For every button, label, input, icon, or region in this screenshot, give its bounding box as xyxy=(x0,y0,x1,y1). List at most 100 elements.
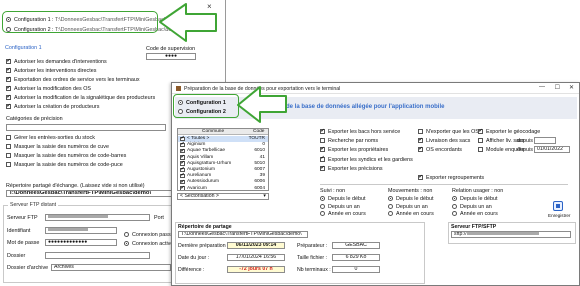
archive-input[interactable]: Archives xyxy=(51,264,171,271)
option-checkbox[interactable] xyxy=(320,146,325,153)
option-checkbox[interactable] xyxy=(320,155,325,162)
option-checkbox[interactable] xyxy=(6,162,11,168)
option-checkbox[interactable] xyxy=(320,165,325,171)
suivi-radio[interactable] xyxy=(320,203,325,209)
commune-checkbox[interactable] xyxy=(180,179,185,185)
option-checkbox[interactable] xyxy=(418,129,423,135)
option-row[interactable]: Recherche par noms xyxy=(320,138,378,144)
mouvements-option[interactable]: Année en cours xyxy=(388,211,434,217)
precision-input[interactable] xyxy=(6,124,166,131)
option-row[interactable]: Masquer la saisie des numéros de code-pu… xyxy=(6,162,123,168)
relation-radio[interactable] xyxy=(452,203,457,209)
commune-checkbox[interactable] xyxy=(180,142,185,148)
option-row[interactable]: Autoriser les demandes d'interventions xyxy=(6,58,107,65)
option-row[interactable]: N'exporter que les OS xyxy=(418,129,479,135)
masked-value xyxy=(48,215,108,219)
option-row[interactable]: Exporter les syndics et les gardiens xyxy=(320,155,413,163)
passive-option[interactable]: Connexion passive xyxy=(124,232,178,238)
suivi-radio[interactable] xyxy=(320,196,325,202)
suivi-option[interactable]: Depuis le début xyxy=(320,196,365,202)
folder-input[interactable] xyxy=(45,252,150,259)
ident-input[interactable] xyxy=(45,227,117,234)
table-row[interactable]: Aquae Tarbellicae 6010 xyxy=(178,148,268,154)
option-row[interactable]: Masquer la saisie des numéros de cuve xyxy=(6,144,109,150)
mouvements-radio[interactable] xyxy=(388,211,393,217)
option-row[interactable]: Autoriser la création de producteurs xyxy=(6,103,99,110)
close-icon[interactable]: ✕ xyxy=(569,84,574,91)
save-button[interactable]: Enregistrer xyxy=(548,201,572,219)
relation-radio[interactable] xyxy=(452,211,457,217)
table-row[interactable]: Avaricum 6004 xyxy=(178,185,268,190)
option-row[interactable]: OS encordants xyxy=(418,146,462,153)
table-row[interactable]: Aquis Villam 41 xyxy=(178,154,268,161)
option-checkbox[interactable] xyxy=(320,138,325,144)
option-checkbox[interactable] xyxy=(6,67,11,74)
commune-checkbox[interactable] xyxy=(180,160,185,166)
mouvements-radio[interactable] xyxy=(388,196,393,202)
relation-radio[interactable] xyxy=(452,196,457,202)
option-checkbox[interactable] xyxy=(6,85,11,92)
share-path-input[interactable]: T:\DonneesGesbac\TransfertFTP\MiniGesbac… xyxy=(178,231,308,238)
enquete-date-input[interactable]: 01/01/2022 xyxy=(534,146,570,153)
passive-radio[interactable] xyxy=(124,232,129,238)
share-path-input[interactable]: T:\DonneesGesbac\TransfertFTP\MiniGesbac… xyxy=(6,190,186,197)
option-checkbox[interactable] xyxy=(418,137,423,144)
option-row[interactable]: Exportation des ordres de service vers l… xyxy=(6,76,140,83)
commune-checkbox[interactable] xyxy=(180,148,185,154)
mouvements-radio[interactable] xyxy=(388,203,393,209)
option-checkbox[interactable] xyxy=(320,128,325,135)
regroupements-checkbox[interactable] xyxy=(418,174,423,181)
mouvements-option[interactable]: Depuis un an xyxy=(388,204,428,210)
relation-option[interactable]: Depuis un an xyxy=(452,204,492,210)
option-row[interactable]: Autoriser la modification de la signalét… xyxy=(6,94,155,101)
ftp-server-input[interactable] xyxy=(45,214,150,221)
relation-option[interactable]: Depuis le début xyxy=(452,196,497,202)
option-checkbox[interactable] xyxy=(6,153,11,159)
table-row[interactable]: Autessiodurum 6006 xyxy=(178,179,268,185)
minimize-icon[interactable]: — xyxy=(539,84,545,90)
ftp-url-input[interactable]: sftp:// xyxy=(451,231,571,238)
option-row[interactable]: Masquer la saisie des numéros de code-ba… xyxy=(6,153,126,159)
option-checkbox[interactable] xyxy=(6,76,11,83)
option-checkbox[interactable] xyxy=(6,103,11,110)
communes-grid[interactable]: Commune Code < Toutes >TOUTRAiginium0Aqu… xyxy=(177,128,269,191)
option-row[interactable]: Exporter les propriétaires xyxy=(320,146,388,153)
relation-option[interactable]: Année en cours xyxy=(452,211,498,217)
option-checkbox[interactable] xyxy=(6,144,11,150)
suivi-radio[interactable] xyxy=(320,211,325,217)
active-option[interactable]: Connexion active xyxy=(124,241,173,247)
table-row[interactable]: Aquisgrattum-Urhum 5010 xyxy=(178,160,268,167)
option-checkbox[interactable] xyxy=(6,94,11,101)
active-radio[interactable] xyxy=(124,241,129,247)
commune-checkbox[interactable] xyxy=(180,154,185,160)
regroupements-option[interactable]: Exporter regroupements xyxy=(418,174,484,181)
commune-checkbox[interactable] xyxy=(180,135,185,141)
supervision-input[interactable]: ●●●● xyxy=(146,53,196,60)
suivi-option[interactable]: Année en cours xyxy=(320,211,366,217)
maximize-icon[interactable]: ☐ xyxy=(555,84,560,91)
option-checkbox[interactable] xyxy=(478,147,483,153)
commune-code: 5010 xyxy=(254,160,265,166)
commune-checkbox[interactable] xyxy=(180,185,185,190)
sectorisation-select[interactable]: < Sectorisation > ▾ xyxy=(177,193,269,200)
option-row[interactable]: Autoriser les interventions directes xyxy=(6,67,96,74)
option-row[interactable]: Autoriser la modification des OS xyxy=(6,85,91,92)
option-checkbox[interactable] xyxy=(6,135,11,141)
mouvements-option[interactable]: Depuis le début xyxy=(388,196,433,202)
commune-checkbox[interactable] xyxy=(180,166,185,172)
liv-sacs-date-input[interactable] xyxy=(534,137,556,144)
option-checkbox[interactable] xyxy=(478,138,483,144)
option-row[interactable]: Livraison des sacs xyxy=(418,137,470,144)
password-input[interactable]: ●●●●●●●●●●●●● xyxy=(45,239,117,246)
option-checkbox[interactable] xyxy=(6,58,11,65)
commune-checkbox[interactable] xyxy=(180,173,185,179)
option-checkbox[interactable] xyxy=(418,146,423,153)
suivi-option[interactable]: Depuis un an xyxy=(320,204,360,210)
option-row[interactable]: Gérer les entrées-sorties du stock xyxy=(6,135,95,141)
option-row[interactable]: Exporter les précisions xyxy=(320,165,383,172)
option-checkbox[interactable] xyxy=(478,128,483,135)
code-column-header[interactable]: Code xyxy=(253,129,264,135)
option-row[interactable]: Exporter les bacs hors service xyxy=(320,128,400,135)
option-row[interactable]: Exporter le géocodage xyxy=(478,128,540,135)
commune-column-header[interactable]: Commune xyxy=(202,129,224,135)
